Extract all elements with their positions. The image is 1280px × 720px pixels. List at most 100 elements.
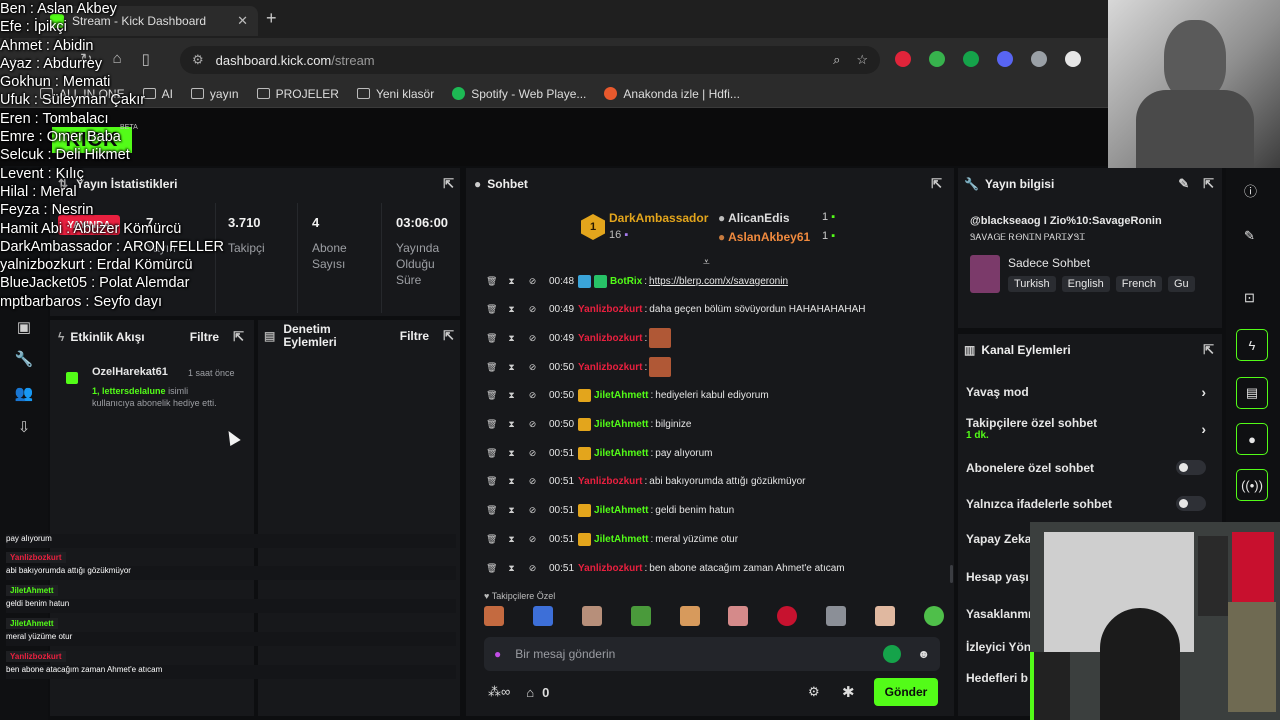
ban-icon[interactable]: ⊘: [528, 534, 537, 545]
leader-name[interactable]: ● AlicanEdis: [718, 211, 790, 225]
ban-icon[interactable]: ⊘: [528, 476, 537, 487]
popout-icon[interactable]: ⇱: [233, 329, 244, 345]
grammarly-icon[interactable]: [963, 51, 979, 67]
chat-username[interactable]: JiletAhmett: [594, 534, 648, 545]
popout-icon[interactable]: ⇱: [931, 176, 942, 192]
delete-icon[interactable]: 🗑: [486, 390, 497, 401]
bookmark-star-icon[interactable]: ☆: [856, 52, 868, 68]
timeout-icon[interactable]: ⧗: [507, 534, 516, 545]
chat-mod-icon[interactable]: ✱: [842, 683, 855, 701]
bookmark-spotify[interactable]: Spotify - Web Playe...: [452, 87, 586, 101]
ban-icon[interactable]: ⊘: [528, 563, 537, 574]
emote[interactable]: [777, 606, 798, 626]
close-tab-icon[interactable]: ✕: [237, 13, 248, 29]
quick-action-notes-button[interactable]: ▤: [1236, 377, 1268, 409]
emote[interactable]: [484, 606, 504, 626]
quick-action-broadcast-button[interactable]: ((•)): [1236, 469, 1268, 501]
send-button[interactable]: Gönder: [874, 678, 938, 706]
ban-icon[interactable]: ⊘: [528, 419, 537, 430]
chat-scrollbar[interactable]: [950, 565, 953, 583]
chat-message[interactable]: 🗑 ⧗ ⊘ 00:51 Yanlizbozkurt: abi bakıyorumda at…: [486, 469, 946, 495]
mic-icon[interactable]: ●: [494, 647, 501, 661]
timeout-icon[interactable]: ⧗: [507, 505, 516, 516]
ban-icon[interactable]: ⊘: [528, 362, 537, 373]
delete-icon[interactable]: 🗑: [486, 419, 497, 430]
infinity-icon[interactable]: ⁂∞: [488, 684, 510, 700]
chat-message[interactable]: 🗑 ⧗ ⊘ 00:51 Yanlizbozkurt: ben abone atacağım…: [486, 555, 946, 581]
leader-name[interactable]: ● AslanAkbey61: [718, 230, 810, 244]
channel-action-item[interactable]: Yalnızca ifadelerle sohbet: [966, 496, 1216, 511]
popout-icon[interactable]: ⇱: [443, 176, 454, 192]
quick-action-bolt-button[interactable]: ϟ: [1236, 329, 1268, 361]
tag[interactable]: Gu: [1167, 276, 1195, 292]
video-icon[interactable]: ▣: [14, 318, 34, 338]
delete-icon[interactable]: 🗑: [486, 534, 497, 545]
tag[interactable]: Turkish: [1008, 276, 1056, 292]
tag[interactable]: French: [1115, 276, 1162, 292]
chat-message[interactable]: 🗑 ⧗ ⊘ 00:49 Yanlizbozkurt: daha geçen bölüm s…: [486, 297, 946, 323]
chat-username[interactable]: Yanlizbozkurt: [578, 304, 642, 315]
chat-message[interactable]: 🗑 ⧗ ⊘ 00:50 JiletAhmett: bilginize: [486, 412, 946, 438]
info-icon[interactable]: ⓘ: [1244, 181, 1257, 200]
chat-username[interactable]: Yanlizbozkurt: [578, 362, 642, 373]
chat-message[interactable]: 🗑 ⧗ ⊘ 00:50 JiletAhmett: hediyeleri kabul edi…: [486, 383, 946, 409]
delete-icon[interactable]: 🗑: [486, 333, 497, 344]
emoji-icon[interactable]: ☻: [917, 647, 930, 661]
leader-name[interactable]: DarkAmbassador: [609, 211, 708, 225]
ban-icon[interactable]: ⊘: [528, 448, 537, 459]
emote[interactable]: [875, 606, 895, 626]
timeout-icon[interactable]: ⧗: [507, 304, 516, 315]
activity-filter-button[interactable]: Filtre: [190, 330, 219, 344]
edit-icon[interactable]: ✎: [1178, 176, 1189, 192]
timeout-icon[interactable]: ⧗: [507, 563, 516, 574]
users-icon[interactable]: 👥: [14, 384, 34, 404]
timeout-icon[interactable]: ⧗: [507, 419, 516, 430]
chat-username[interactable]: JiletAhmett: [594, 390, 648, 401]
chat-message[interactable]: 🗑 ⧗ ⊘ 00:51 JiletAhmett: meral yüzüme otur: [486, 526, 946, 552]
popout-icon[interactable]: ⇱: [1203, 342, 1214, 358]
bookmark-projeler[interactable]: PROJELER: [256, 87, 339, 101]
channel-action-item[interactable]: Abonelere özel sohbet: [966, 460, 1216, 475]
delete-icon[interactable]: 🗑: [486, 563, 497, 574]
wrench-icon[interactable]: 🔧: [14, 350, 34, 370]
extension-shield-gray-icon[interactable]: [1031, 51, 1047, 67]
delete-icon[interactable]: 🗑: [486, 476, 497, 487]
toggle-switch[interactable]: [1176, 496, 1206, 511]
chevron-right-icon[interactable]: ›: [1201, 421, 1206, 437]
url-input[interactable]: ⚙ dashboard.kick.com/stream ⌕ ☆: [180, 46, 880, 74]
emote[interactable]: [923, 606, 944, 626]
ban-icon[interactable]: ⊘: [528, 333, 537, 344]
ban-icon[interactable]: ⊘: [528, 505, 537, 516]
chat-input[interactable]: ● Bir mesaj gönderin ☻: [484, 637, 940, 671]
timeout-icon[interactable]: ⧗: [507, 476, 516, 487]
chat-settings-icon[interactable]: ⚙: [808, 684, 820, 700]
emote[interactable]: [679, 606, 700, 626]
chat-message[interactable]: 🗑 ⧗ ⊘ 00:48 BotRix: https://blerp.com/x/savag…: [486, 268, 946, 294]
channel-action-item[interactable]: Takipçilere özel sohbet 1 dk. ›: [966, 416, 1216, 441]
tag[interactable]: English: [1061, 276, 1110, 292]
delete-icon[interactable]: 🗑: [486, 362, 497, 373]
timeout-icon[interactable]: ⧗: [507, 448, 516, 459]
category-name[interactable]: Sadece Sohbet: [1008, 256, 1090, 270]
event-user[interactable]: OzelHarekat61: [92, 366, 168, 378]
popout-icon[interactable]: ⇱: [443, 328, 454, 344]
chat-message[interactable]: 🗑 ⧗ ⊘ 00:51 JiletAhmett: pay alıyorum: [486, 440, 946, 466]
new-tab-button[interactable]: +: [266, 8, 277, 29]
emote[interactable]: [630, 606, 651, 626]
timeout-icon[interactable]: ⧗: [507, 276, 516, 287]
emote[interactable]: [581, 606, 602, 626]
toggle-switch[interactable]: [1176, 460, 1206, 475]
chat-link[interactable]: https://blerp.com/x/savageronin: [649, 276, 788, 287]
zoom-icon[interactable]: ⌕: [833, 52, 840, 68]
extension-shield-icon[interactable]: [929, 51, 945, 67]
ban-icon[interactable]: ⊘: [528, 304, 537, 315]
chat-message[interactable]: 🗑 ⧗ ⊘ 00:49 Yanlizbozkurt:: [486, 325, 946, 351]
ban-icon[interactable]: ⊘: [528, 390, 537, 401]
quick-action-chat-button[interactable]: ●: [1236, 423, 1268, 455]
ban-icon[interactable]: ⊘: [528, 276, 537, 287]
pencil-icon[interactable]: ✎: [1244, 228, 1255, 244]
timeout-icon[interactable]: ⧗: [507, 362, 516, 373]
channel-action-item[interactable]: Yavaş mod ›: [966, 384, 1216, 400]
chevron-right-icon[interactable]: ›: [1201, 384, 1206, 400]
chat-message[interactable]: 🗑 ⧗ ⊘ 00:50 Yanlizbozkurt:: [486, 354, 946, 380]
